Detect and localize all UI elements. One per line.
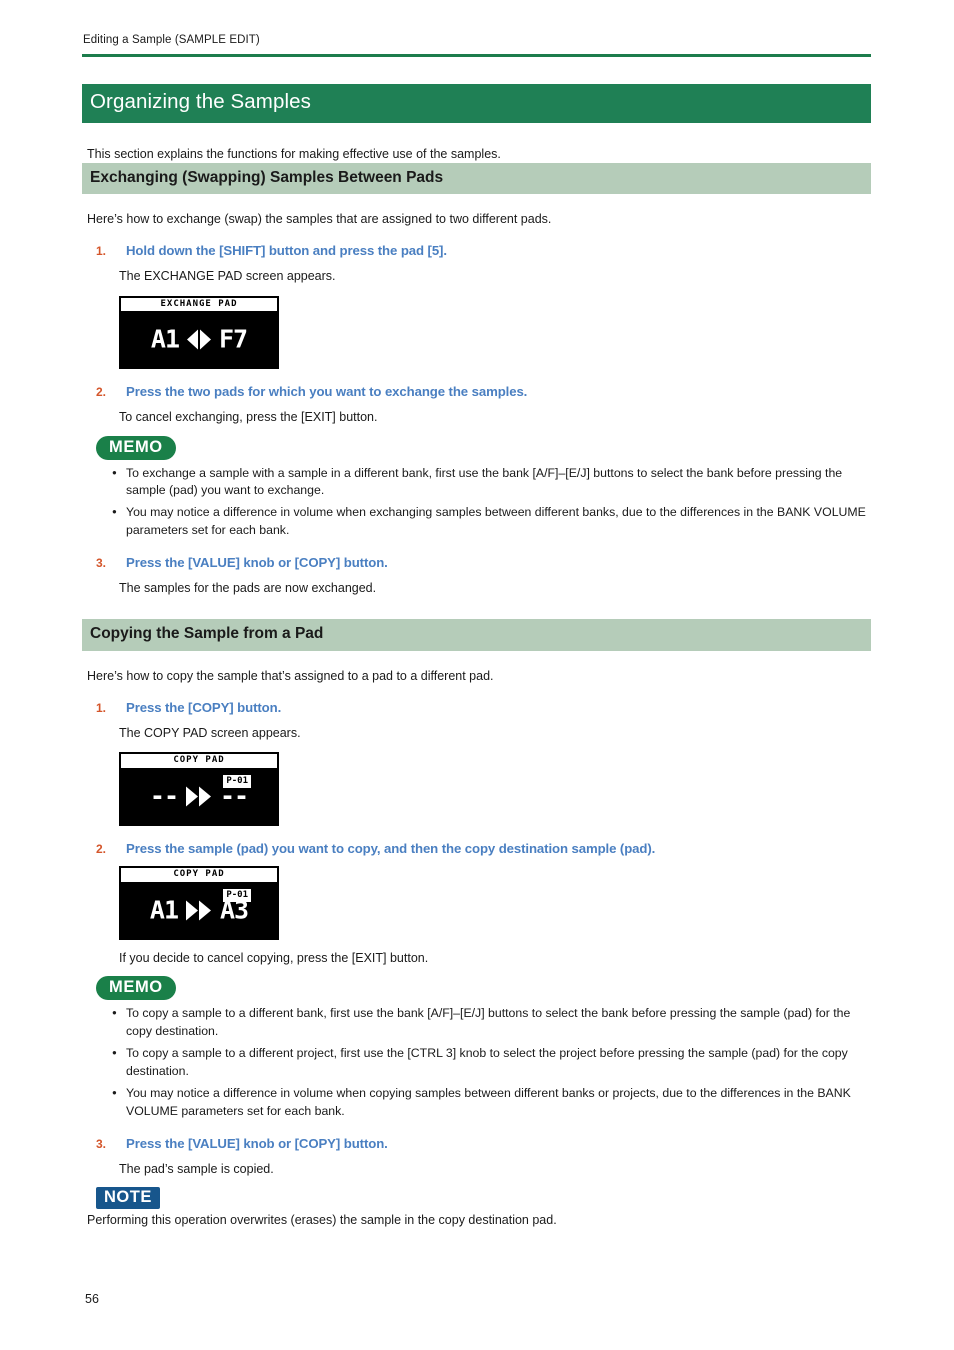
step-1-body: The COPY PAD screen appears. — [119, 726, 301, 741]
list-item: To copy a sample to a different bank, fi… — [82, 1004, 871, 1041]
step-number: 3. — [96, 556, 107, 571]
step-number: 2. — [96, 842, 107, 857]
lcd-screen-exchange-pad: EXCHANGE PAD A1 F7 — [119, 295, 279, 370]
section-intro-exchanging: Here’s how to exchange (swap) the sample… — [87, 212, 552, 227]
lcd-main-row: A1 F7 — [121, 327, 277, 352]
step-number: 2. — [96, 385, 107, 400]
lcd-title: COPY PAD — [121, 754, 277, 769]
lcd-body: A1 F7 — [121, 311, 277, 368]
note-text: Performing this operation overwrites (er… — [87, 1212, 557, 1227]
chapter-title: Organizing the Samples — [82, 84, 871, 123]
step-2-copying: 2. Press the sample (pad) you want to co… — [96, 841, 871, 856]
step-2-body: If you decide to cancel copying, press t… — [119, 951, 429, 966]
lcd-source-pad: A1 — [150, 324, 180, 354]
fast-forward-icon — [185, 785, 213, 807]
section-heading-exchanging: Exchanging (Swapping) Samples Between Pa… — [82, 162, 871, 195]
step-title: Press the sample (pad) you want to copy,… — [126, 841, 656, 857]
memo-bullet-list-copying: To copy a sample to a different bank, fi… — [82, 1004, 871, 1121]
step-title: Press the two pads for which you want to… — [126, 384, 528, 400]
list-item: You may notice a difference in volume wh… — [82, 1084, 871, 1121]
list-item: You may notice a difference in volume wh… — [82, 503, 871, 540]
step-3-copying: 3. Press the [VALUE] knob or [COPY] butt… — [96, 1136, 871, 1151]
step-number: 1. — [96, 244, 107, 259]
double-headed-arrow-icon — [186, 328, 212, 350]
section-heading-copying: Copying the Sample from a Pad — [82, 619, 871, 652]
lcd-title: COPY PAD — [121, 868, 277, 883]
step-title: Press the [VALUE] knob or [COPY] button. — [126, 1135, 388, 1151]
step-title: Press the [VALUE] knob or [COPY] button. — [126, 555, 388, 571]
page-content: Organizing the Samples This section expl… — [82, 84, 871, 1229]
step-title: Press the [COPY] button. — [126, 700, 282, 716]
lcd-target-pad: A3 — [220, 895, 249, 925]
lcd-title: EXCHANGE PAD — [121, 297, 277, 312]
lcd-body: P-01 A1 A3 — [121, 882, 277, 939]
chapter-intro: This section explains the functions for … — [87, 146, 501, 161]
lcd-screen-copy-pad-filled: COPY PAD P-01 A1 A3 — [119, 866, 279, 941]
step-2-body: To cancel exchanging, press the [EXIT] b… — [119, 410, 378, 425]
note-badge: NOTE — [96, 1187, 160, 1209]
step-1-body: The EXCHANGE PAD screen appears. — [119, 269, 336, 284]
lcd-body: P-01 -- -- — [121, 768, 277, 825]
memo-badge: MEMO — [96, 976, 176, 1001]
lcd-target-pad: -- — [220, 781, 249, 811]
document-page: Editing a Sample (SAMPLE EDIT) Organizin… — [0, 0, 954, 1350]
fast-forward-icon — [185, 899, 213, 921]
lcd-main-row: A1 A3 — [121, 898, 277, 923]
list-item: To copy a sample to a different project,… — [82, 1044, 871, 1081]
lcd-main-row: -- -- — [121, 784, 277, 809]
step-number: 3. — [96, 1136, 107, 1151]
list-item: To exchange a sample with a sample in a … — [82, 464, 871, 501]
step-3-body: The pad’s sample is copied. — [119, 1161, 274, 1176]
step-2-exchanging: 2. Press the two pads for which you want… — [96, 384, 871, 399]
lcd-source-pad: -- — [149, 781, 179, 811]
page-number: 56 — [85, 1292, 99, 1306]
memo-badge: MEMO — [96, 435, 176, 460]
step-3-exchanging: 3. Press the [VALUE] knob or [COPY] butt… — [96, 555, 871, 570]
step-1-copying: 1. Press the [COPY] button. — [96, 700, 871, 715]
lcd-target-pad: F7 — [219, 324, 248, 354]
running-header: Editing a Sample (SAMPLE EDIT) — [83, 34, 260, 46]
header-rule — [82, 54, 871, 57]
step-number: 1. — [96, 701, 107, 716]
step-1-exchanging: 1. Hold down the [SHIFT] button and pres… — [96, 243, 871, 258]
step-3-body: The samples for the pads are now exchang… — [119, 581, 377, 596]
step-title: Hold down the [SHIFT] button and press t… — [126, 243, 447, 259]
lcd-source-pad: A1 — [149, 895, 179, 925]
lcd-screen-copy-pad-empty: COPY PAD P-01 -- -- — [119, 752, 279, 827]
memo-bullet-list-exchanging: To exchange a sample with a sample in a … — [82, 464, 871, 541]
section-intro-copying: Here’s how to copy the sample that’s ass… — [87, 669, 494, 684]
